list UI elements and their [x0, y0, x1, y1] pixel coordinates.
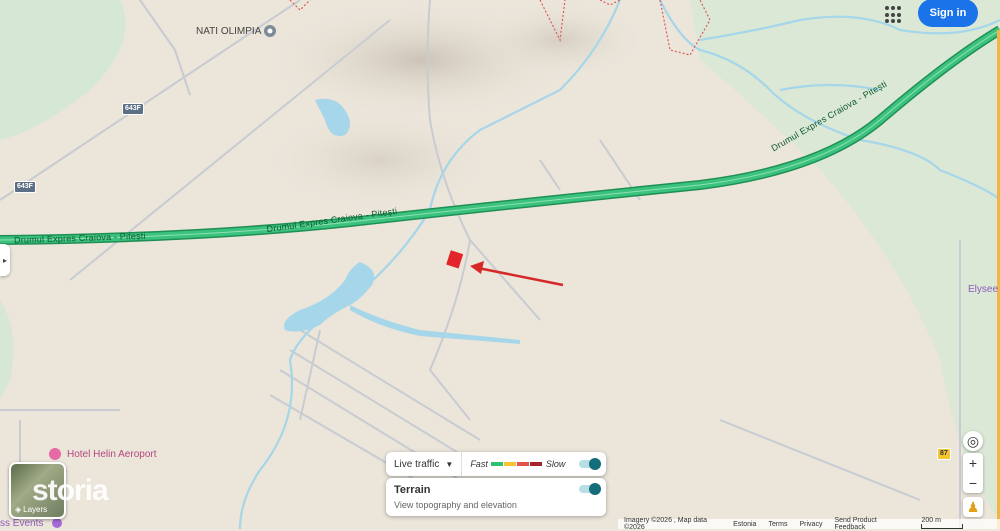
place-elysee[interactable]: Elysee	[968, 284, 998, 295]
layers-icon: ◈	[15, 505, 22, 514]
terrain-toggle[interactable]	[579, 483, 601, 495]
slow-label: Slow	[545, 459, 566, 469]
zoom-in-icon[interactable]: +	[969, 453, 977, 473]
terrain-subtitle: View topography and elevation	[394, 500, 517, 510]
my-location-icon[interactable]: ◎	[963, 431, 983, 451]
route-shield: 643F	[14, 181, 36, 193]
terrain-panel: Terrain View topography and elevation	[386, 478, 606, 516]
pegman-icon[interactable]: ♟	[963, 497, 983, 517]
live-traffic-dropdown[interactable]: Live traffic ▼	[386, 452, 463, 476]
zoom-controls: + −	[963, 453, 983, 493]
place-nati-olimpia[interactable]: NATI OLIMPIA	[196, 26, 261, 37]
sign-in-button[interactable]: Sign in	[918, 0, 978, 27]
scale-label: 200 m	[921, 517, 941, 524]
chevron-right-icon[interactable]: ▸	[0, 244, 10, 276]
terrain-title: Terrain	[394, 484, 431, 496]
route-shield: 643F	[122, 103, 144, 115]
live-traffic-panel: Live traffic ▼ Fast Slow	[386, 452, 606, 476]
privacy-link[interactable]: Privacy	[800, 521, 823, 528]
place-hotel[interactable]: Hotel Helin Aeroport	[67, 449, 157, 460]
place-events[interactable]: ss Events	[0, 518, 43, 529]
route-shield: 87	[937, 448, 951, 460]
apps-grid-icon[interactable]	[885, 6, 903, 24]
watermark-logo: storia	[32, 474, 109, 507]
map-footer: Imagery ©2026 , Map data ©2026 Estonia T…	[618, 517, 1000, 531]
zoom-out-icon[interactable]: −	[969, 473, 977, 493]
terms-link[interactable]: Terms	[768, 521, 787, 528]
country-link[interactable]: Estonia	[733, 521, 756, 528]
dropdown-arrow-icon: ▼	[445, 459, 454, 469]
live-traffic-label: Live traffic	[394, 458, 440, 470]
traffic-toggle[interactable]	[579, 458, 601, 470]
traffic-legend: Fast Slow	[462, 459, 565, 469]
fast-label: Fast	[470, 459, 488, 469]
